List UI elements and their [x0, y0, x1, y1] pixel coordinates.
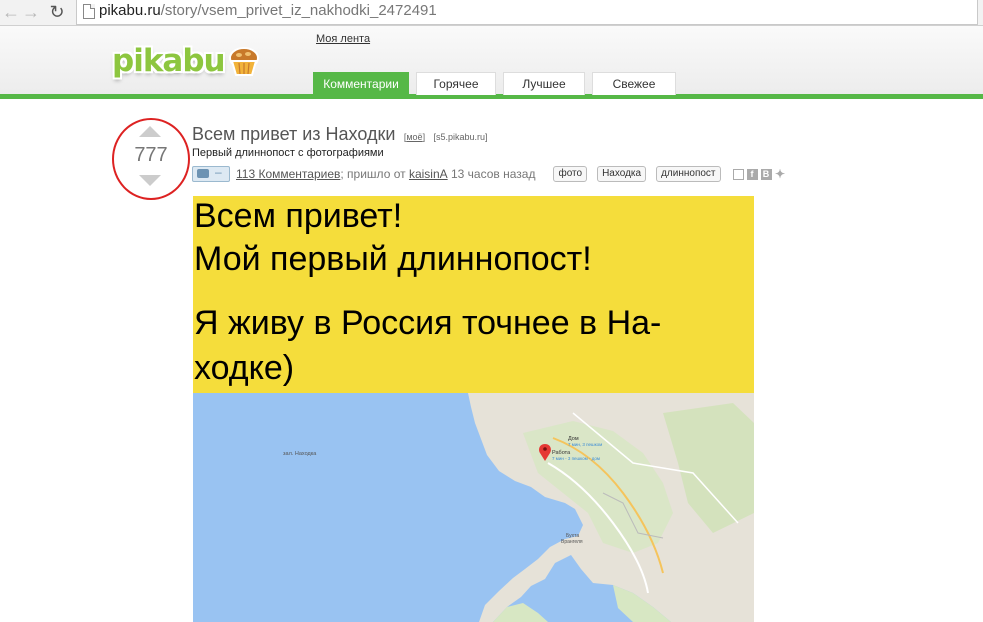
forward-arrow-icon[interactable]: → — [20, 2, 42, 22]
site-logo[interactable]: pikabu — [112, 40, 261, 82]
story-rating: 777 — [134, 144, 168, 166]
page-icon — [83, 4, 95, 19]
map-label-bay2-sub: Врангеля — [561, 539, 583, 545]
author-link[interactable]: kaisinA — [409, 167, 448, 181]
address-bar[interactable]: pikabu.ru/story/vsem_privet_iz_nakhodki_… — [76, 0, 978, 25]
comments-link[interactable]: 113 Комментариев — [236, 167, 340, 181]
image-line-2: Мой первый длиннопост! — [194, 240, 592, 278]
tab-fresh[interactable]: Свежее — [592, 72, 676, 95]
url-text: pikabu.ru/story/vsem_privet_iz_nakhodki_… — [99, 2, 437, 19]
logo-text: pikabu — [112, 43, 226, 79]
upvote-arrow-icon[interactable] — [139, 126, 161, 137]
story-subtitle: Первый длиннопост с фотографиями — [192, 147, 384, 159]
facebook-icon[interactable]: f — [746, 168, 758, 180]
image-line-3: Я живу в Россия точнее в На- — [194, 304, 662, 342]
main-tabs: Комментарии Горячее Лучшее Свежее — [313, 72, 683, 95]
tab-best[interactable]: Лучшее — [503, 72, 585, 95]
map-label-work-sub: 7 мин - 3 пешком - дом — [552, 456, 600, 461]
save-icon[interactable] — [732, 168, 744, 180]
story-source[interactable]: [s5.pikabu.ru] — [434, 132, 488, 142]
reload-icon[interactable]: ↻ — [46, 2, 68, 22]
story-title-line: Всем привет из Находки [моё] [s5.pikabu.… — [192, 124, 488, 145]
vk-icon[interactable]: B — [760, 168, 772, 180]
tag-longpost[interactable]: длиннопост — [656, 166, 721, 182]
tag-nakhodka[interactable]: Находка — [597, 166, 647, 182]
story-title[interactable]: Всем привет из Находки — [192, 124, 395, 144]
vote-widget: 777 — [112, 118, 190, 200]
time-ago: 13 часов назад — [451, 167, 536, 181]
tag-photo[interactable]: фото — [553, 166, 588, 182]
browser-toolbar: ← → ↻ pikabu.ru/story/vsem_privet_iz_nak… — [0, 0, 983, 26]
cupcake-icon — [228, 47, 259, 76]
back-arrow-icon[interactable]: ← — [0, 2, 22, 22]
image-line-4: ходке) — [194, 349, 295, 387]
downvote-arrow-icon[interactable] — [139, 175, 161, 186]
map-label-bay: зал. Находка — [283, 451, 317, 457]
camera-icon: – — [192, 165, 230, 182]
posted-from-label: ; пришло от — [340, 167, 406, 181]
story-image: Всем привет! Мой первый длиннопост! Я жи… — [193, 196, 754, 622]
map-label-home-sub: 7 мин, 3 пешком — [568, 442, 602, 447]
tab-comments[interactable]: Комментарии — [313, 72, 409, 95]
story-meta: – 113 Комментариев ; пришло от kaisinA 1… — [192, 165, 786, 183]
twitter-icon[interactable]: ✦ — [775, 168, 786, 180]
map-image: зал. Находка Дом 7 мин, 3 пешком Работа … — [193, 393, 754, 622]
my-feed-link[interactable]: Моя лента — [316, 33, 370, 45]
image-text-panel: Всем привет! Мой первый длиннопост! Я жи… — [193, 196, 754, 393]
image-line-1: Всем привет! — [194, 197, 403, 235]
mine-tag[interactable]: [моё] — [404, 132, 425, 142]
tab-hot[interactable]: Горячее — [416, 72, 496, 95]
share-icons: f B ✦ — [732, 168, 786, 180]
